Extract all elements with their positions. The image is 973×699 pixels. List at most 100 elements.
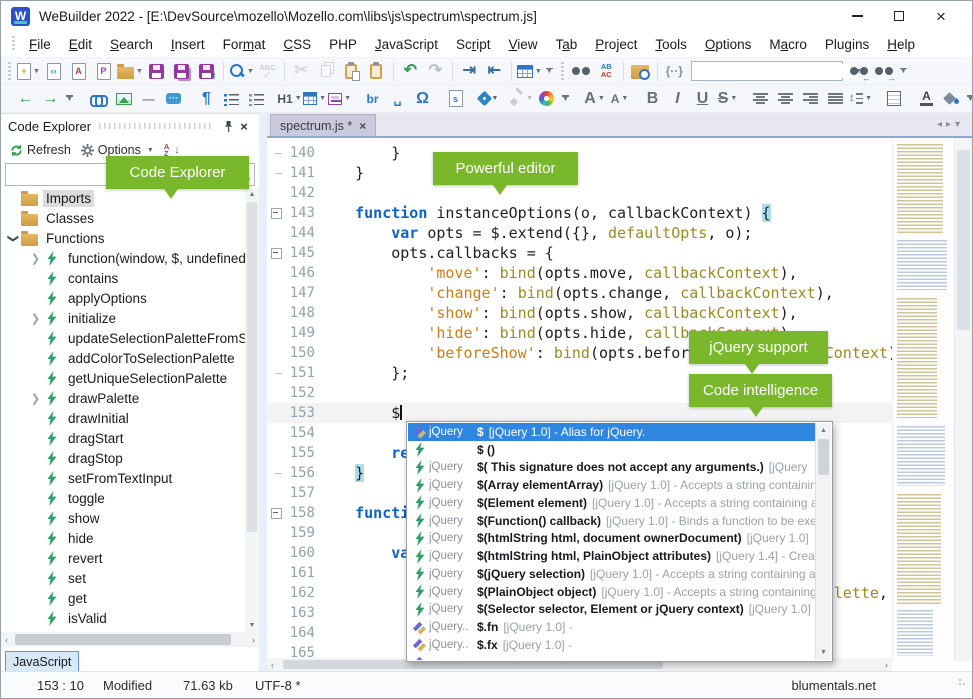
expander-right-icon[interactable]: ❯ xyxy=(29,312,42,325)
align-left-button[interactable] xyxy=(749,87,772,111)
minimap[interactable] xyxy=(892,138,952,661)
autocomplete-item[interactable] xyxy=(408,654,815,660)
tree-item-setFromTextInput[interactable]: setFromTextInput xyxy=(1,468,245,488)
tree-item-show[interactable]: show xyxy=(1,508,245,528)
insert-table-button[interactable]: ▼ xyxy=(303,87,326,111)
save-button[interactable] xyxy=(145,59,168,83)
tree-item-revert[interactable]: revert xyxy=(1,548,245,568)
code-braces-button[interactable]: {··} xyxy=(663,59,686,83)
menu-item-project[interactable]: Project xyxy=(586,31,646,58)
autocomplete-item[interactable]: jQuery$(Selector selector, Element or jQ… xyxy=(408,601,815,619)
insert-script-button[interactable]: s xyxy=(444,87,467,111)
toolbar-overflow-button[interactable]: ▼ xyxy=(900,68,907,75)
outdent-button[interactable]: ⇤ xyxy=(483,59,506,83)
menu-item-javascript[interactable]: JavaScript xyxy=(366,31,447,58)
autocomplete-item[interactable]: $ () xyxy=(408,441,815,459)
tree-item-applyOptions[interactable]: applyOptions xyxy=(1,288,245,308)
tree-item-Imports[interactable]: Imports xyxy=(1,188,245,208)
insert-link-button[interactable] xyxy=(87,87,110,111)
tree-item-initialize[interactable]: ❯initialize xyxy=(1,308,245,328)
new-text-document-button[interactable]: A xyxy=(67,59,90,83)
toolbar-overflow-button[interactable]: ▼ xyxy=(66,95,73,102)
code-line-144[interactable]: 144 var opts = $.extend({}, defaultOpts,… xyxy=(267,223,894,243)
code-line-146[interactable]: 146 'move': bind(opts.move, callbackCont… xyxy=(267,263,894,283)
tree-vertical-scrollbar[interactable]: ▲ ▼ xyxy=(245,188,259,632)
tree-item-updateSelectionPaletteFromStorag[interactable]: updateSelectionPaletteFromStorag xyxy=(1,328,245,348)
tree-item-isValid[interactable]: isValid xyxy=(1,608,245,628)
menu-item-help[interactable]: Help xyxy=(878,31,924,58)
toolbar-overflow-button[interactable]: ▼ xyxy=(546,68,553,75)
toolbar-overflow-button[interactable]: ▼ xyxy=(562,95,569,102)
autocomplete-item[interactable]: jQuery$(Element element)[jQuery 1.0] - A… xyxy=(408,494,815,512)
refresh-button[interactable]: Refresh xyxy=(7,139,74,161)
toolbar-overflow-button[interactable]: ▼ xyxy=(967,95,973,102)
bold-button[interactable]: B xyxy=(641,87,664,111)
tree-item-drawInitial[interactable]: drawInitial xyxy=(1,408,245,428)
open-code-document-button[interactable]: ‹› xyxy=(42,59,65,83)
menu-item-options[interactable]: Options xyxy=(696,31,761,58)
insert-image-button[interactable] xyxy=(112,87,135,111)
panel-close-button[interactable]: × xyxy=(236,119,252,134)
resize-grip[interactable] xyxy=(958,678,968,688)
replace-button[interactable] xyxy=(595,59,618,83)
menu-item-script[interactable]: Script xyxy=(447,31,500,58)
menu-item-css[interactable]: CSS xyxy=(274,31,320,58)
scrollbar-thumb[interactable] xyxy=(957,150,970,330)
line-break-button[interactable]: br xyxy=(361,87,384,111)
code-line-142[interactable]: 142 xyxy=(267,183,894,203)
tree-item-Classes[interactable]: Classes xyxy=(1,208,245,228)
menu-item-plugins[interactable]: Plugins xyxy=(816,31,878,58)
panel-splitter[interactable] xyxy=(259,113,267,671)
tab-close-icon[interactable]: × xyxy=(359,119,366,133)
fold-toggle-icon[interactable] xyxy=(267,243,285,263)
code-line-145[interactable]: 145 opts.callbacks = { xyxy=(267,243,894,263)
scrollbar-thumb[interactable] xyxy=(15,634,231,645)
special-char-button[interactable]: Ω xyxy=(411,87,434,111)
autocomplete-item[interactable]: jQuery$(Function() callback)[jQuery 1.0]… xyxy=(408,512,815,530)
autocomplete-item[interactable]: jQuery$(htmlString html, document ownerD… xyxy=(408,530,815,548)
expander-right-icon[interactable]: ❯ xyxy=(29,392,42,405)
panel-drag-grip[interactable] xyxy=(99,123,212,129)
menu-item-tab[interactable]: Tab xyxy=(547,31,587,58)
autocomplete-item[interactable]: jQuery$( This signature does not accept … xyxy=(408,459,815,477)
save-upload-button[interactable]: ↑ xyxy=(195,59,218,83)
tree-item-function(window, $, undefined)[interactable]: ❯function(window, $, undefined) xyxy=(1,248,245,268)
tab-spectrum-js[interactable]: spectrum.js * × xyxy=(270,114,376,136)
decrease-font-button[interactable]: A▼ xyxy=(608,87,631,111)
increase-font-button[interactable]: A▼ xyxy=(583,87,606,111)
expander-down-icon[interactable]: ❯ xyxy=(7,232,20,245)
line-spacing-button[interactable]: ▼ xyxy=(849,87,872,111)
font-color-button[interactable]: A xyxy=(915,87,938,111)
tree-item-set[interactable]: set xyxy=(1,568,245,588)
open-file-button[interactable]: ▼ xyxy=(117,59,143,83)
tree-item-toggle[interactable]: toggle xyxy=(1,488,245,508)
new-php-document-button[interactable]: P xyxy=(92,59,115,83)
tree-item-Functions[interactable]: ❯Functions xyxy=(1,228,245,248)
underline-button[interactable]: U xyxy=(691,87,714,111)
align-right-button[interactable] xyxy=(799,87,822,111)
menu-item-view[interactable]: View xyxy=(499,31,546,58)
align-justify-button[interactable] xyxy=(824,87,847,111)
code-line-148[interactable]: 148 'show': bind(opts.show, callbackCont… xyxy=(267,303,894,323)
unordered-list-button[interactable] xyxy=(220,87,243,111)
tree-item-drawPalette[interactable]: ❯drawPalette xyxy=(1,388,245,408)
heading-button[interactable]: H1▼ xyxy=(278,87,301,111)
new-file-button[interactable]: +▼ xyxy=(17,59,40,83)
menu-item-search[interactable]: Search xyxy=(101,31,162,58)
insert-tag-button[interactable]: ▼ xyxy=(477,87,500,111)
tree-item-get[interactable]: get xyxy=(1,588,245,608)
tab-scroll-buttons[interactable]: ◂▸▾ xyxy=(937,119,964,130)
quick-search-button[interactable]: ▼ xyxy=(229,59,254,83)
nbsp-button[interactable]: ␣ xyxy=(386,87,409,111)
tree-item-dragStart[interactable]: dragStart xyxy=(1,428,245,448)
search-combobox-input[interactable] xyxy=(692,64,855,78)
page-view-button[interactable] xyxy=(882,87,905,111)
code-line-143[interactable]: 143 function instanceOptions(o, callback… xyxy=(267,203,894,223)
menu-item-edit[interactable]: Edit xyxy=(60,31,101,58)
menu-item-file[interactable]: File xyxy=(20,31,60,58)
expander-right-icon[interactable]: ❯ xyxy=(29,252,42,265)
close-button[interactable]: × xyxy=(920,3,962,29)
menu-item-insert[interactable]: Insert xyxy=(162,31,214,58)
tree-item-contains[interactable]: contains xyxy=(1,268,245,288)
tree-item-getUniqueSelectionPalette[interactable]: getUniqueSelectionPalette xyxy=(1,368,245,388)
